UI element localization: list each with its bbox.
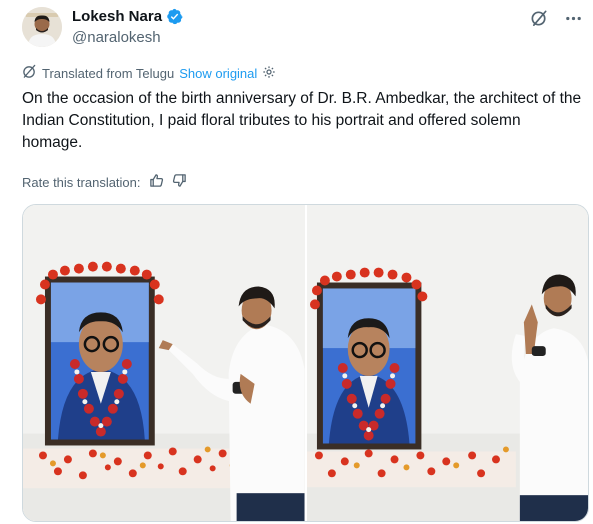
tweet-text: On the occasion of the birth anniversary… (22, 90, 582, 151)
thumbs-down-icon[interactable] (172, 173, 187, 191)
show-original-link[interactable]: Show original (179, 66, 257, 81)
grok-icon[interactable] (529, 8, 549, 28)
verified-badge-icon (166, 8, 183, 25)
name-row: Lokesh Nara (72, 8, 183, 25)
translation-label: Translated from Telugu (42, 65, 175, 81)
translate-icon (22, 64, 37, 82)
rate-label: Rate this translation: (22, 174, 141, 190)
avatar[interactable] (22, 7, 62, 47)
display-name[interactable]: Lokesh Nara (72, 8, 162, 25)
tweet: Lokesh Nara @naralokesh Translated from … (0, 0, 593, 524)
photo-1[interactable] (23, 205, 305, 521)
more-icon[interactable] (563, 8, 583, 28)
media-grid (22, 204, 589, 522)
photo-2[interactable] (306, 205, 588, 521)
settings-icon[interactable] (262, 65, 276, 82)
user-handle[interactable]: @naralokesh (72, 29, 161, 46)
rate-translation: Rate this translation: (22, 173, 187, 191)
thumbs-up-icon[interactable] (149, 173, 164, 191)
top-actions (529, 8, 583, 28)
translation-notice: Translated from Telugu Show original (22, 64, 276, 82)
